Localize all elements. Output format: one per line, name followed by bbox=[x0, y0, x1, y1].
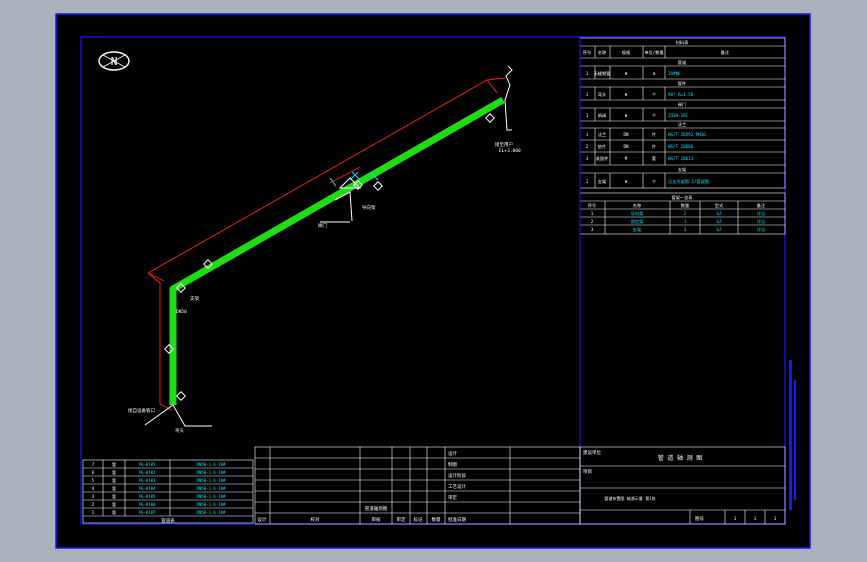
project-label: 项目 bbox=[583, 469, 592, 475]
pipe-list-cell: 管 bbox=[112, 501, 116, 507]
drawing-subtitle: 管道布置图 轴测示意 第1张 bbox=[604, 495, 655, 501]
support-cell: 详见 bbox=[757, 226, 765, 233]
support-table-title: 管架一览表 bbox=[672, 194, 694, 201]
material-cell: DN bbox=[623, 132, 629, 137]
pipe-list-cell: PG-0102 bbox=[139, 470, 156, 475]
material-section-2: 阀门 bbox=[678, 101, 686, 108]
pipe-list-cell: 管 bbox=[112, 493, 116, 499]
material-cell: 弯头 bbox=[598, 91, 606, 98]
support-cell: 详见 bbox=[757, 218, 765, 225]
sheet-value: 1 bbox=[734, 516, 737, 522]
material-section-1: 管件 bbox=[678, 80, 686, 87]
support-cell: GJ bbox=[716, 211, 721, 216]
pipe-list-cell: DN50-1.6-20# bbox=[197, 462, 226, 467]
support-header: 序号 bbox=[588, 202, 596, 209]
material-cell: 无缝钢管 bbox=[594, 70, 611, 77]
material-cell: 90° R=1.5D bbox=[668, 92, 694, 97]
pipe-list-cell: PG-0106 bbox=[139, 502, 156, 507]
drawing-title: 管 道 轴 测 图 bbox=[658, 454, 702, 462]
pipe-list-cell: DN50-1.6-20# bbox=[197, 502, 226, 507]
material-cell: 闸阀 bbox=[598, 112, 606, 119]
title-label: 审定 bbox=[397, 516, 406, 523]
material-header-3: 单位/数量 bbox=[644, 49, 663, 56]
pipe-list-cell: DN50-1.6-20# bbox=[197, 470, 226, 475]
pipe-list-cell: PG-0103 bbox=[139, 478, 156, 483]
pipe-label-dn: DN50 bbox=[176, 309, 187, 315]
material-header-2: 规格 bbox=[622, 49, 631, 56]
pipe-list-cell: DN50-1.6-20# bbox=[197, 494, 226, 499]
material-cell: HG/T 20613 bbox=[668, 156, 694, 161]
material-cell: 支架 bbox=[598, 178, 606, 185]
title-mid-label: 批准日期 bbox=[448, 516, 466, 523]
title-mid-label: 工艺设计 bbox=[448, 483, 466, 490]
support-cell: GJ bbox=[716, 227, 721, 232]
material-cell: HG/T 20592 PN16 bbox=[668, 132, 706, 137]
pipe-list-cell: PG-0101 bbox=[139, 462, 156, 467]
pipe-label-valve: 阀门 bbox=[318, 222, 327, 229]
material-cell: HG/T 20606 bbox=[668, 144, 694, 149]
material-header-0: 序号 bbox=[583, 49, 591, 56]
support-header: 备注 bbox=[757, 202, 766, 209]
pipe-list-cell: 管 bbox=[112, 477, 116, 483]
title-label: 标记 bbox=[414, 516, 423, 523]
sheet-value: 1 bbox=[774, 516, 777, 522]
material-header-1: 名称 bbox=[598, 49, 606, 56]
material-table-title: 材料表 bbox=[676, 39, 689, 46]
material-cell: 紧固件 bbox=[596, 155, 609, 162]
title-mid-label: 设计阶段 bbox=[448, 472, 466, 479]
title-label: 校对 bbox=[311, 516, 320, 523]
material-cell: 垫片 bbox=[598, 143, 606, 150]
drawing-no-label: 图号 bbox=[695, 516, 704, 522]
title-label: 设计 bbox=[258, 516, 267, 523]
pipe-label-support: 支架 bbox=[190, 295, 199, 302]
support-cell: 固定架 bbox=[631, 218, 644, 225]
material-section-4: 支架 bbox=[678, 166, 686, 173]
pipe-list-cell: 管 bbox=[112, 469, 116, 475]
title-label: 数量 bbox=[432, 516, 441, 523]
pipe-label-corner: 弯头 bbox=[175, 427, 184, 434]
pipe-list-cell: PG-0105 bbox=[139, 494, 156, 499]
company-label: 建设单位 bbox=[583, 449, 601, 456]
pipe-list-cell: PG-0104 bbox=[139, 486, 156, 491]
pipe-list-cell: DN50-1.6-20# bbox=[197, 478, 226, 483]
support-cell: 详见 bbox=[757, 210, 765, 217]
pipe-list-cell: 管 bbox=[112, 461, 116, 467]
material-cell: DN bbox=[623, 144, 629, 149]
support-header: 型式 bbox=[715, 202, 724, 208]
support-cell: 导向架 bbox=[631, 210, 644, 217]
title-mid-label: 制图 bbox=[448, 461, 457, 468]
support-header: 名称 bbox=[633, 202, 641, 209]
cad-drawing-canvas: N 接至用户 EL+3.000 接自设备管口 支架 DN50 阀门 导向架 弯头… bbox=[55, 13, 811, 549]
material-cell: 法兰 bbox=[598, 131, 606, 138]
pipe-label-end: 接至用户 bbox=[495, 141, 513, 148]
pipe-list-cell: DN50-1.6-20# bbox=[197, 510, 226, 515]
pipe-label-support2: 导向架 bbox=[362, 204, 376, 211]
north-label: N bbox=[111, 55, 118, 68]
title-mid-label: 设计 bbox=[448, 450, 457, 457]
material-cell: 片 bbox=[652, 131, 656, 138]
material-cell: 片 bbox=[652, 143, 656, 150]
pipe-list-title: 管道表 bbox=[161, 517, 175, 524]
material-header-4: 备注 bbox=[721, 49, 730, 56]
material-cell: 见支吊架图 1/管架图 bbox=[668, 178, 709, 185]
title-mid-label: 审定 bbox=[448, 494, 457, 501]
sheet-value: 1 bbox=[754, 516, 757, 522]
material-cell: 20#钢 bbox=[668, 70, 680, 77]
support-header: 数量 bbox=[681, 202, 689, 209]
support-cell: GJ bbox=[716, 219, 721, 224]
pipe-label-start: 接自设备管口 bbox=[128, 407, 155, 414]
material-section-0: 管道 bbox=[678, 59, 687, 66]
material-section-3: 法兰 bbox=[678, 121, 686, 128]
pipe-list-cell: PG-0107 bbox=[139, 510, 156, 515]
title-sheet-note: 管道轴测图 bbox=[365, 505, 388, 512]
pipe-label-elev: EL+3.000 bbox=[499, 148, 521, 154]
pipe-list-cell: DN50-1.6-20# bbox=[197, 486, 226, 491]
pipe-list-cell: 管 bbox=[112, 509, 116, 515]
material-cell: Z41H-16C bbox=[668, 113, 689, 118]
title-label: 审核 bbox=[372, 516, 381, 523]
support-cell: 支架 bbox=[633, 226, 641, 233]
pipe-list-cell: 管 bbox=[112, 485, 116, 491]
